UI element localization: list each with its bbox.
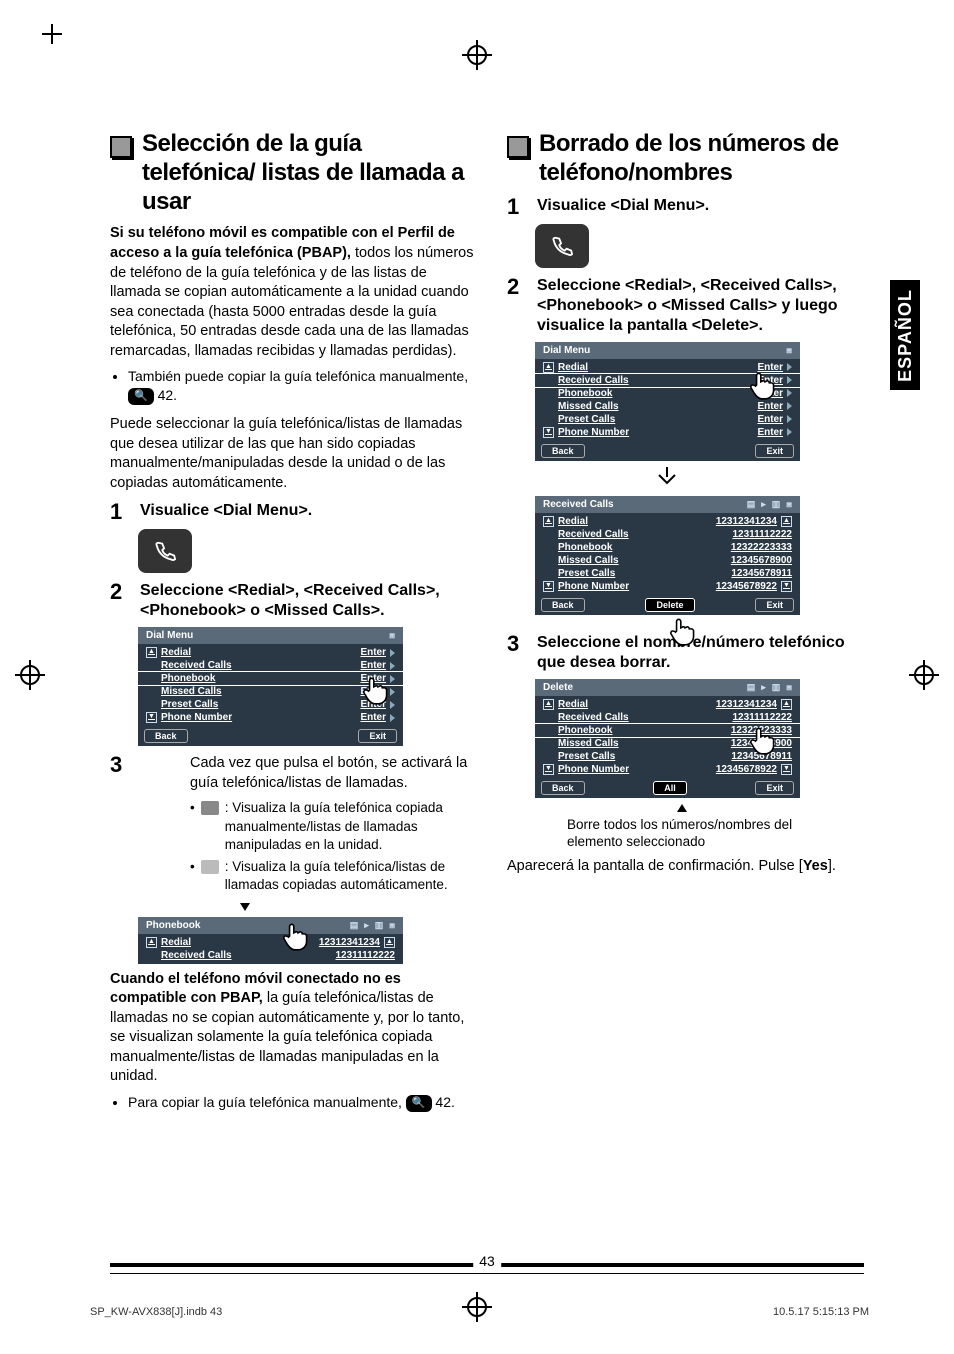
softkey-exit: Exit [755, 444, 794, 458]
softkey-back: Back [541, 781, 585, 795]
footer-filename: SP_KW-AVX838[J].indb 43 [90, 1306, 222, 1318]
bluetooth-icon: ⧆ [786, 345, 792, 356]
softkey-exit: Exit [755, 598, 794, 612]
step-text-3: Seleccione el nombre/número telefónico q… [537, 633, 874, 673]
lcd-title-text: Phonebook [146, 920, 200, 931]
chevron-right-icon: ▸ [761, 499, 766, 510]
intro-paragraph: Si su teléfono móvil es compatible con e… [110, 224, 477, 361]
scroll-down-icon: ▼ [543, 427, 554, 438]
right-column: Borrado de los números de teléfono/nombr… [507, 130, 874, 1122]
database-b-icon: ▥ [772, 682, 781, 693]
step3-bullet-1: •: Visualiza la guía telefónica copiada … [190, 799, 477, 854]
magnifier-icon: 🔍 [128, 388, 154, 405]
chevron-right-icon: ▸ [761, 682, 766, 693]
section-bullet-icon [110, 136, 132, 158]
phonebook-auto-icon [201, 860, 219, 874]
step-number-1: 1 [507, 196, 527, 218]
lcd-delete: Delete ▤ ▸ ▥ ⧆ ▲Redial12312341234▲ .Rece… [535, 679, 800, 798]
softkey-back: Back [541, 444, 585, 458]
bullet-copy-manual: También puede copiar la guía telefónica … [128, 367, 477, 405]
bluetooth-icon: ⧆ [786, 499, 792, 510]
step-number-2: 2 [110, 581, 130, 603]
scroll-up-icon: ▲ [146, 647, 157, 658]
scroll-up-icon: ▲ [543, 362, 554, 373]
scroll-down-icon: ▼ [146, 712, 157, 723]
step-number-2: 2 [507, 276, 527, 298]
registration-mark [15, 660, 45, 690]
phone-button-icon [535, 224, 589, 268]
caption-all: Borre todos los números/nombres del elem… [567, 816, 827, 851]
scroll-up-icon: ▲ [543, 516, 554, 527]
scroll-up-icon: ▲ [543, 699, 554, 710]
pbap-no-paragraph: Cuando el teléfono móvil conectado no es… [110, 970, 477, 1087]
softkey-back: Back [541, 598, 585, 612]
lcd-dial-menu-right: Dial Menu ⧆ ▲RedialEnter .Received Calls… [535, 342, 800, 461]
lcd-title-text: Received Calls [543, 499, 614, 510]
footer-timestamp: 10.5.17 5:15:13 PM [773, 1306, 869, 1318]
database-b-icon: ▥ [375, 920, 384, 931]
phone-button-icon [138, 529, 192, 573]
confirm-paragraph: Aparecerá la pantalla de confirmación. P… [507, 857, 874, 877]
database-a-icon: ▤ [350, 920, 359, 931]
step-number-3: 3 [507, 633, 527, 655]
language-tab: ESPAÑOL [890, 280, 920, 390]
softkey-exit: Exit [755, 781, 794, 795]
bullet-copy-manual-2: Para copiar la guía telefónica manualmen… [128, 1093, 477, 1112]
phonebook-local-icon [201, 801, 219, 815]
bluetooth-icon: ⧆ [389, 920, 395, 931]
softkey-delete: Delete [645, 598, 694, 612]
scroll-down-icon: ▼ [543, 764, 554, 775]
step-text-1: Visualice <Dial Menu>. [140, 501, 312, 521]
scroll-up-icon: ▲ [781, 516, 792, 527]
bluetooth-icon: ⧆ [389, 630, 395, 641]
left-column: Selección de la guía telefónica/ listas … [110, 130, 477, 1122]
scroll-down-icon: ▼ [781, 764, 792, 775]
step-number-1: 1 [110, 501, 130, 523]
magnifier-icon: 🔍 [406, 1095, 432, 1112]
softkey-all: All [653, 781, 687, 795]
footer: SP_KW-AVX838[J].indb 43 10.5.17 5:15:13 … [90, 1306, 869, 1318]
chevron-right-icon: ▸ [364, 920, 369, 931]
step-text-2: Seleccione <Redial>, <Received Calls>, <… [537, 276, 874, 336]
step-text-1: Visualice <Dial Menu>. [537, 196, 709, 216]
paragraph-select: Puede seleccionar la guía telefónica/lis… [110, 415, 477, 493]
section-bullet-icon [507, 136, 529, 158]
scroll-up-icon: ▲ [781, 699, 792, 710]
lcd-title-text: Dial Menu [146, 630, 193, 641]
softkey-exit: Exit [358, 729, 397, 743]
step-number-3: 3 [110, 754, 130, 776]
section-title-right: Borrado de los números de teléfono/nombr… [539, 130, 874, 188]
section-title-left: Selección de la guía telefónica/ listas … [142, 130, 477, 216]
page-rule: 43 [110, 1263, 864, 1274]
page-number: 43 [473, 1253, 501, 1269]
scroll-down-icon: ▼ [543, 581, 554, 592]
crop-tick [42, 24, 62, 44]
database-b-icon: ▥ [772, 499, 781, 510]
step-text-2: Seleccione <Redial>, <Received Calls>, <… [140, 581, 477, 621]
bluetooth-icon: ⧆ [786, 682, 792, 693]
scroll-up-icon: ▲ [384, 937, 395, 948]
lcd-dial-menu-left: Dial Menu ⧆ ▲RedialEnter .Received Calls… [138, 627, 403, 746]
lcd-phonebook-left: Phonebook ▤ ▸ ▥ ⧆ ▲Redial12312341234▲ .R… [138, 917, 403, 964]
down-arrow-icon [535, 467, 800, 485]
scroll-up-icon: ▲ [146, 937, 157, 948]
softkey-back: Back [144, 729, 188, 743]
lcd-title-text: Dial Menu [543, 345, 590, 356]
scroll-down-icon: ▼ [781, 581, 792, 592]
step3-bullet-2: •: Visualiza la guía telefónica/listas d… [190, 858, 477, 894]
callout-arrow-down-icon [240, 903, 250, 911]
step3-intro: Cada vez que pulsa el botón, se activará… [190, 754, 477, 793]
database-a-icon: ▤ [747, 499, 756, 510]
registration-mark [462, 40, 492, 70]
lcd-received-calls: Received Calls ▤ ▸ ▥ ⧆ ▲Redial1231234123… [535, 496, 800, 615]
lcd-title-text: Delete [543, 682, 573, 693]
callout-arrow-up-icon [677, 804, 687, 812]
language-label: ESPAÑOL [895, 289, 916, 382]
database-a-icon: ▤ [747, 682, 756, 693]
registration-mark [909, 660, 939, 690]
